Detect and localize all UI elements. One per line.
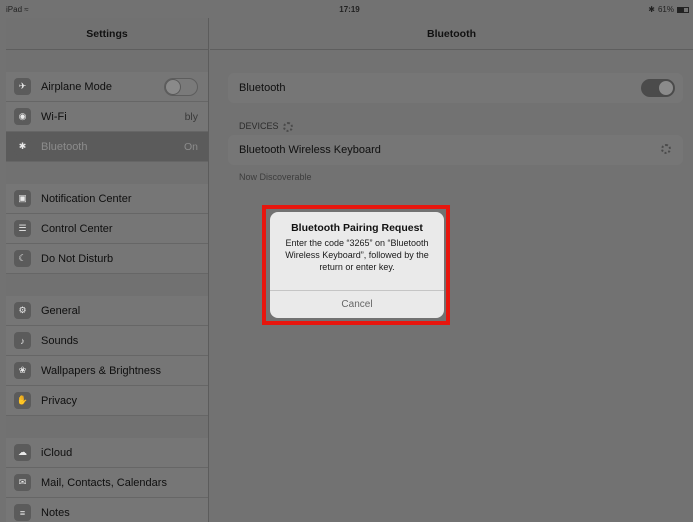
gear-icon: ⚙: [14, 302, 31, 319]
wifi-icon: ◉: [14, 108, 31, 125]
pairing-alert: Bluetooth Pairing Request Enter the code…: [270, 212, 444, 318]
sidebar-item-label: Control Center: [41, 222, 113, 235]
status-time: 17:19: [339, 5, 360, 14]
sidebar-item-label: Do Not Disturb: [41, 252, 114, 265]
spinner-icon: [282, 121, 293, 132]
moon-icon: ☾: [14, 250, 31, 267]
sidebar-item-sounds[interactable]: ♪ Sounds: [6, 326, 208, 356]
settings-sidebar: Settings ✈ Airplane Mode ◉ Wi-Fi bly ✱ B…: [6, 18, 209, 522]
device-name: Bluetooth Wireless Keyboard: [239, 144, 381, 156]
notification-icon: ▣: [14, 190, 31, 207]
sidebar-item-do-not-disturb[interactable]: ☾ Do Not Disturb: [6, 244, 208, 274]
airplane-icon: ✈: [14, 78, 31, 95]
sidebar-item-label: Bluetooth: [41, 140, 88, 153]
battery-percent: 61%: [657, 5, 674, 14]
sidebar-item-airplane-mode[interactable]: ✈ Airplane Mode: [6, 72, 208, 102]
sidebar-item-value: On: [183, 140, 198, 153]
sidebar-item-wallpapers[interactable]: ❀ Wallpapers & Brightness: [6, 356, 208, 386]
devices-section-label: DEVICES: [239, 121, 293, 132]
cloud-icon: ☁: [14, 444, 31, 461]
device-spinner-icon: [661, 144, 671, 154]
bluetooth-toggle[interactable]: [641, 79, 675, 97]
mail-icon: ✉: [14, 474, 31, 491]
sidebar-item-label: Airplane Mode: [41, 80, 112, 93]
sidebar-item-bluetooth[interactable]: ✱ Bluetooth On: [6, 132, 208, 162]
sidebar-item-label: iCloud: [41, 446, 73, 459]
bluetooth-icon: ✱: [14, 138, 31, 155]
sidebar-item-label: Notification Center: [41, 192, 132, 205]
flower-icon: ❀: [14, 362, 31, 379]
sidebar-item-mail[interactable]: ✉ Mail, Contacts, Calendars: [6, 468, 208, 498]
sidebar-item-label: Sounds: [41, 334, 79, 347]
cancel-button[interactable]: Cancel: [270, 290, 444, 318]
device-row[interactable]: Bluetooth Wireless Keyboard: [228, 135, 683, 165]
sidebar-item-value: bly: [184, 110, 198, 123]
speaker-icon: ♪: [14, 332, 31, 349]
notes-icon: ≡: [14, 504, 31, 521]
sidebar-item-label: Wallpapers & Brightness: [41, 364, 162, 377]
sidebar-item-label: General: [41, 304, 81, 317]
hand-icon: ✋: [14, 392, 31, 409]
bluetooth-label: Bluetooth: [239, 82, 286, 94]
screen: iPad ≈ 17:19 ✱ 61% Settings ✈ Airplane M…: [0, 0, 693, 522]
sidebar-item-general[interactable]: ⚙ General: [6, 296, 208, 326]
sidebar-item-notification-center[interactable]: ▣ Notification Center: [6, 184, 208, 214]
sidebar-title: Settings: [6, 18, 208, 50]
control-center-icon: ☰: [14, 220, 31, 237]
bluetooth-status-icon: ✱: [648, 5, 655, 14]
sidebar-item-wifi[interactable]: ◉ Wi-Fi bly: [6, 102, 208, 132]
bluetooth-toggle-row[interactable]: Bluetooth: [228, 73, 683, 103]
sidebar-item-privacy[interactable]: ✋ Privacy: [6, 386, 208, 416]
alert-title: Bluetooth Pairing Request: [291, 222, 423, 234]
battery-icon: [677, 6, 689, 13]
alert-message: Enter the code “3265” on “Bluetooth Wire…: [285, 238, 429, 272]
sidebar-item-label: Notes: [41, 506, 70, 519]
sidebar-item-label: Mail, Contacts, Calendars: [41, 476, 167, 489]
sidebar-item-control-center[interactable]: ☰ Control Center: [6, 214, 208, 244]
airplane-mode-toggle[interactable]: [164, 78, 198, 96]
status-right: ✱ 61%: [648, 5, 689, 14]
detail-title: Bluetooth: [210, 18, 693, 50]
sidebar-item-icloud[interactable]: ☁ iCloud: [6, 438, 208, 468]
sidebar-item-label: Privacy: [41, 394, 78, 407]
sidebar-item-label: Wi-Fi: [41, 110, 67, 123]
discoverable-text: Now Discoverable: [239, 172, 312, 182]
sidebar-item-notes[interactable]: ≡ Notes: [6, 498, 208, 522]
